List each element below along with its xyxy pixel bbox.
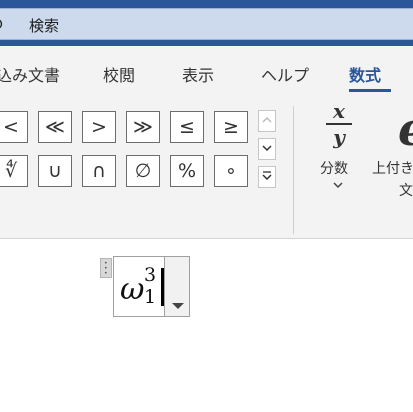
dropdown-arrow-icon xyxy=(172,303,184,309)
tab-help[interactable]: ヘルプ xyxy=(261,62,309,86)
fraction-button-label[interactable]: 分数 xyxy=(320,158,348,178)
fraction-numerator: x xyxy=(332,100,346,123)
symbol-greater-or-equal[interactable]: ≥ xyxy=(214,111,248,143)
gallery-scroll-down-button[interactable] xyxy=(258,138,276,160)
script-button-label[interactable]: 上付き xyxy=(372,158,413,178)
symbol-union[interactable]: ∪ xyxy=(38,155,72,187)
gallery-scroll-up-button[interactable] xyxy=(258,110,276,132)
tab-mailings[interactable]: 込み文書 xyxy=(0,62,60,86)
fraction-icon[interactable]: x y xyxy=(322,100,356,150)
symbol-less-or-equal[interactable]: ≤ xyxy=(170,111,204,143)
symbol-much-greater-than[interactable]: ≫ xyxy=(126,111,160,143)
equation-superscript: 3 xyxy=(144,264,157,286)
script-button-label-line2: 文 xyxy=(399,183,413,199)
title-bar: 検索 xyxy=(0,0,413,46)
equation-subscript: 1 xyxy=(144,286,157,308)
equation-move-handle[interactable]: • • • xyxy=(100,258,112,278)
chevron-up-icon xyxy=(262,116,272,123)
symbol-empty-set[interactable]: ∅ xyxy=(126,155,160,187)
symbol-much-less-than[interactable]: ≪ xyxy=(38,111,72,143)
chevron-down-icon xyxy=(262,145,272,152)
more-icon xyxy=(262,171,272,181)
ribbon-tabs: 込み文書 校閲 表示 ヘルプ 数式 xyxy=(0,46,413,96)
tab-view[interactable]: 表示 xyxy=(182,62,214,86)
symbol-intersection[interactable]: ∩ xyxy=(82,155,116,187)
document-area[interactable] xyxy=(0,239,413,412)
symbol-greater-than[interactable]: > xyxy=(82,111,116,143)
fraction-denominator: y xyxy=(332,125,346,149)
search-box[interactable]: 検索 xyxy=(0,8,413,40)
search-label: 検索 xyxy=(29,17,60,35)
script-icon[interactable]: e xyxy=(398,102,413,156)
equation-options-button[interactable] xyxy=(164,256,190,317)
tab-equation[interactable]: 数式 xyxy=(349,62,381,86)
symbol-percent[interactable]: % xyxy=(170,155,204,187)
active-tab-indicator xyxy=(349,89,391,92)
symbol-less-than[interactable]: < xyxy=(0,111,28,143)
symbol-fourth-root[interactable]: ∜ xyxy=(0,155,28,187)
ribbon-group-separator xyxy=(293,106,294,234)
drag-dots-icon: • • • xyxy=(104,260,108,277)
equation-base: ω xyxy=(120,272,145,307)
gallery-more-button[interactable] xyxy=(258,166,276,188)
symbol-ring-operator[interactable]: ∘ xyxy=(214,155,248,187)
fraction-dropdown-chevron-icon[interactable] xyxy=(333,181,343,192)
tab-review[interactable]: 校閲 xyxy=(103,62,135,86)
search-icon xyxy=(0,19,3,29)
